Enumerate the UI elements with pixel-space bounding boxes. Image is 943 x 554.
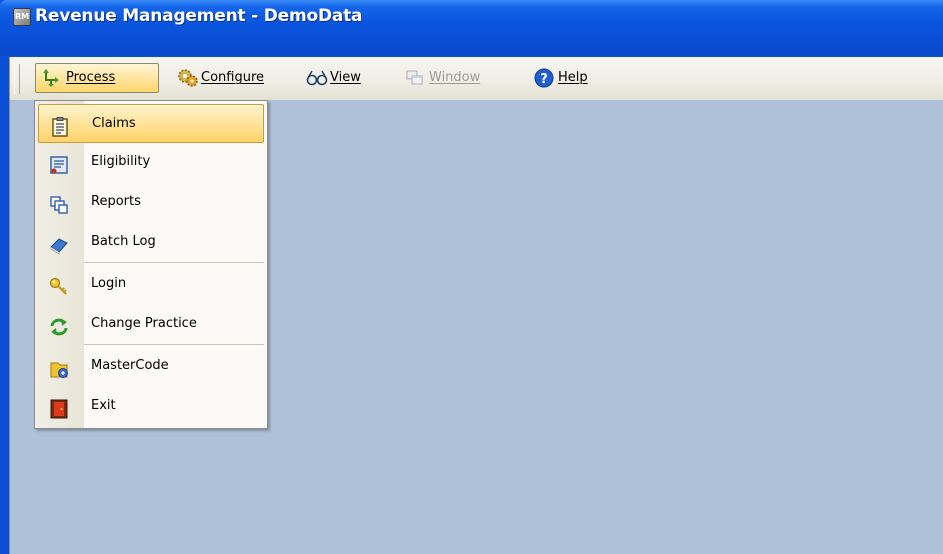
menu-process[interactable]: Process xyxy=(35,63,159,93)
process-icon xyxy=(42,68,62,88)
batch-log-icon xyxy=(49,232,69,255)
eligibility-icon xyxy=(49,152,69,174)
menu-item-login[interactable]: Login xyxy=(35,264,267,303)
svg-text:?: ? xyxy=(540,72,548,87)
menu-view-label: View xyxy=(330,70,361,85)
exit-door-icon xyxy=(49,396,69,419)
refresh-icon xyxy=(49,314,69,336)
mastercode-icon xyxy=(49,356,69,378)
menu-item-label: Claims xyxy=(92,116,136,131)
menu-item-label: Batch Log xyxy=(91,234,156,249)
menu-item-label: Reports xyxy=(91,194,141,209)
key-icon xyxy=(49,274,69,295)
claims-icon xyxy=(50,114,70,137)
menu-item-label: Eligibility xyxy=(91,154,151,169)
title-bar[interactable]: RM Revenue Management - DemoData xyxy=(0,0,943,56)
menu-separator xyxy=(84,344,264,345)
menu-configure[interactable]: Configure xyxy=(174,63,284,93)
help-icon: ? xyxy=(534,68,554,88)
app-icon[interactable]: RM xyxy=(13,8,31,26)
menu-help-label: Help xyxy=(558,70,588,85)
menu-configure-label: Configure xyxy=(201,70,265,85)
glasses-icon xyxy=(306,68,328,88)
menu-window[interactable]: Window xyxy=(401,63,501,93)
menu-item-change-practice[interactable]: Change Practice xyxy=(35,304,267,343)
gears-icon xyxy=(177,68,198,88)
menu-item-batch-log[interactable]: Batch Log xyxy=(35,222,267,261)
menu-view[interactable]: View xyxy=(302,63,374,93)
menu-help[interactable]: ? Help xyxy=(530,63,600,93)
process-dropdown-menu: Claims Eligibility Reports Batch Log Log… xyxy=(34,100,268,429)
window-title: Revenue Management - DemoData xyxy=(35,6,363,26)
application-window: RM Revenue Management - DemoData Process xyxy=(0,0,943,554)
menu-item-label: Change Practice xyxy=(91,316,197,331)
menu-item-claims[interactable]: Claims xyxy=(38,104,264,143)
menu-item-exit[interactable]: Exit xyxy=(35,386,267,425)
window-left-border xyxy=(0,57,9,554)
menu-item-mastercode[interactable]: MasterCode xyxy=(35,346,267,385)
menu-item-eligibility[interactable]: Eligibility xyxy=(35,142,267,181)
menu-item-label: Login xyxy=(91,276,127,291)
menu-item-label: MasterCode xyxy=(91,358,169,373)
reports-icon xyxy=(49,192,69,214)
menu-process-label: Process xyxy=(66,70,116,85)
menu-bar: Process Configure View Window ? Help xyxy=(9,57,943,100)
menu-item-reports[interactable]: Reports xyxy=(35,182,267,221)
menubar-grip[interactable] xyxy=(14,64,20,94)
menu-window-label: Window xyxy=(429,70,481,85)
menu-separator xyxy=(84,262,264,263)
windows-icon xyxy=(405,68,425,88)
menu-item-label: Exit xyxy=(91,398,116,413)
